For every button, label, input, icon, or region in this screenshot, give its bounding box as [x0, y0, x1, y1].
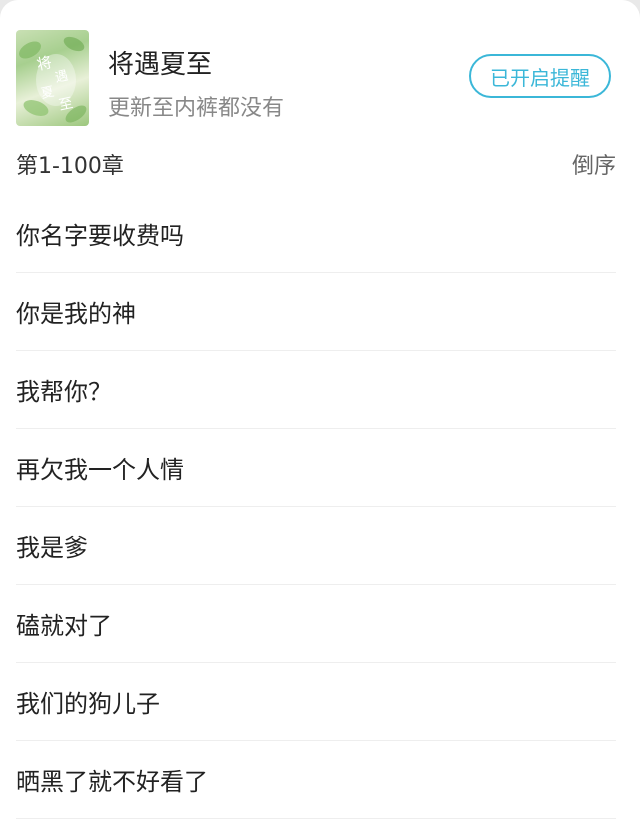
sort-order-button[interactable]: 倒序: [572, 148, 616, 180]
chapter-item[interactable]: 你名字要收费吗: [16, 195, 616, 273]
reminder-toggle-button[interactable]: 已开启提醒: [469, 54, 611, 98]
chapter-item[interactable]: 再欠我一个人情: [16, 429, 616, 507]
book-header: 将 遇 夏 至 将遇夏至 更新至内裤都没有 已开启提醒: [16, 30, 624, 126]
chapter-item[interactable]: 我帮你？: [16, 351, 616, 429]
chapter-item[interactable]: 你是我的神: [16, 273, 616, 351]
chapter-item[interactable]: 我们的狗儿子: [16, 663, 616, 741]
cover-title-glyph-4: 至: [58, 95, 75, 114]
chapter-range-label[interactable]: 第1-100章: [16, 148, 124, 180]
chapter-range-row: 第1-100章 倒序: [16, 146, 616, 182]
book-title: 将遇夏至: [108, 50, 213, 80]
chapter-item[interactable]: 晒黑了就不好看了: [16, 741, 616, 819]
chapter-item[interactable]: 我是爹: [16, 507, 616, 585]
update-status: 更新至内裤都没有: [108, 96, 285, 121]
chapter-list: 你名字要收费吗 你是我的神 我帮你？ 再欠我一个人情 我是爹 磕就对了 我们的狗…: [16, 195, 616, 819]
chapter-sheet: 将 遇 夏 至 将遇夏至 更新至内裤都没有 已开启提醒 第1-100章 倒序 你…: [0, 0, 640, 826]
cover-art-icon: 将 遇 夏 至: [19, 36, 87, 123]
chapter-item[interactable]: 磕就对了: [16, 585, 616, 663]
book-cover[interactable]: 将 遇 夏 至: [16, 30, 89, 126]
